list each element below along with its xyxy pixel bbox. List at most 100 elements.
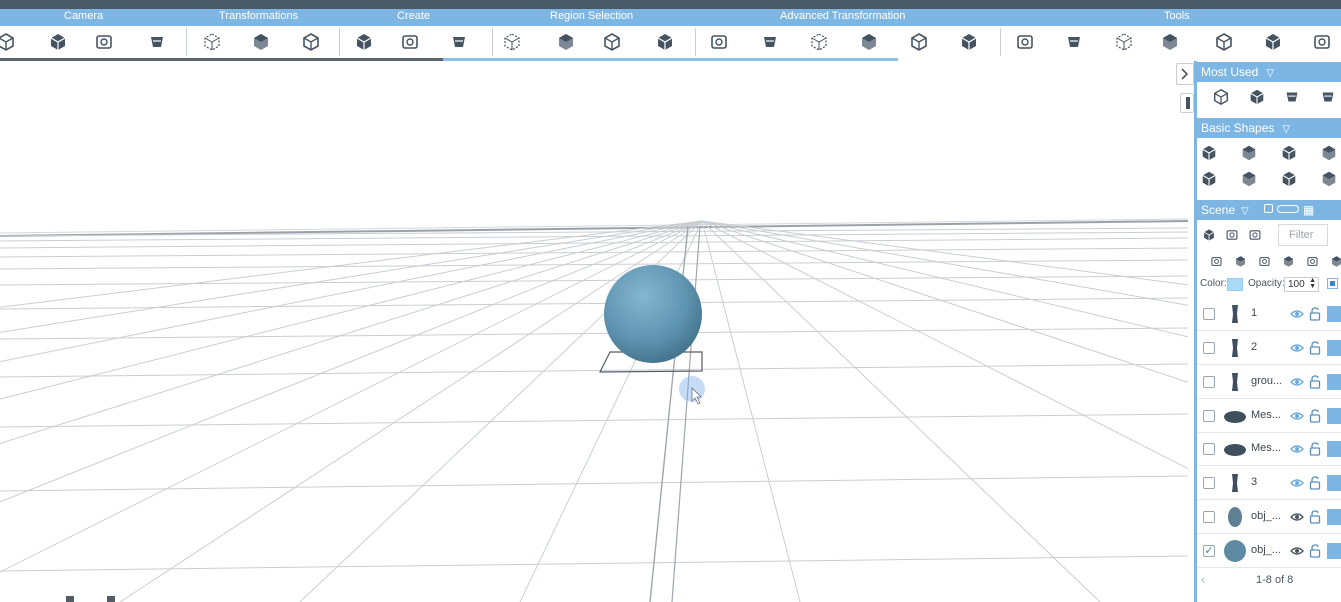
torus-shape-icon[interactable] bbox=[1238, 142, 1260, 164]
material-icon[interactable] bbox=[1327, 441, 1341, 457]
lock-filter-icon[interactable] bbox=[1229, 250, 1251, 272]
visibility-eye-icon[interactable] bbox=[1290, 375, 1304, 389]
rotate-tool-icon[interactable] bbox=[249, 30, 273, 54]
lock-icon[interactable] bbox=[1309, 510, 1321, 524]
stepper-arrows-icon[interactable]: ▲ ▼ bbox=[1309, 277, 1316, 290]
select-region-icon[interactable] bbox=[500, 30, 524, 54]
row-checkbox[interactable] bbox=[1203, 376, 1215, 388]
move-tool-icon[interactable] bbox=[1210, 86, 1232, 108]
twist-icon[interactable] bbox=[907, 30, 931, 54]
camera-front-icon[interactable] bbox=[0, 30, 18, 54]
view-mode-icon[interactable] bbox=[1264, 204, 1273, 213]
cube-outline-icon[interactable] bbox=[1261, 30, 1285, 54]
visibility-icon[interactable] bbox=[1244, 224, 1266, 246]
scene-object-row[interactable]: ✓ obj_... bbox=[1197, 535, 1341, 568]
layers-icon[interactable] bbox=[1198, 224, 1220, 246]
lock-icon[interactable] bbox=[1309, 442, 1321, 456]
color-swatch[interactable] bbox=[1227, 278, 1243, 291]
knife-icon[interactable] bbox=[1310, 30, 1334, 54]
hide-icon[interactable] bbox=[1221, 224, 1243, 246]
row-checkbox[interactable]: ✓ bbox=[1203, 545, 1215, 557]
visibility-eye-icon[interactable] bbox=[1290, 442, 1304, 456]
wireframe-box-icon[interactable] bbox=[1013, 30, 1037, 54]
pattern-cube-icon[interactable] bbox=[1112, 30, 1136, 54]
move-tool-icon[interactable] bbox=[200, 30, 224, 54]
polyhedron-shape-icon[interactable] bbox=[1318, 168, 1340, 190]
basic-shapes-header[interactable]: Basic Shapes ▽ bbox=[1197, 118, 1341, 138]
extrude-icon[interactable] bbox=[352, 30, 376, 54]
cube-icon[interactable] bbox=[1062, 30, 1086, 54]
brush-icon[interactable] bbox=[1281, 86, 1303, 108]
view-toggle-switch[interactable] bbox=[1277, 205, 1299, 213]
filter-input[interactable] bbox=[1278, 224, 1328, 246]
visibility-eye-icon[interactable] bbox=[1290, 544, 1304, 558]
visibility-eye-icon[interactable] bbox=[1290, 510, 1304, 524]
lock-icon[interactable] bbox=[1309, 375, 1321, 389]
lock-icon[interactable] bbox=[1309, 544, 1321, 558]
scene-object-row[interactable]: Mes... bbox=[1197, 400, 1341, 433]
scale-tool-icon[interactable] bbox=[299, 30, 323, 54]
sphere-cube-icon[interactable] bbox=[1158, 30, 1182, 54]
lock-icon[interactable] bbox=[1309, 341, 1321, 355]
ghost-filter-icon[interactable] bbox=[1277, 250, 1299, 272]
row-checkbox[interactable] bbox=[1203, 308, 1215, 320]
cut-cube-icon[interactable] bbox=[1212, 30, 1236, 54]
row-checkbox[interactable] bbox=[1203, 443, 1215, 455]
camera-snapshot-icon[interactable] bbox=[92, 30, 116, 54]
stack-icon[interactable] bbox=[707, 30, 731, 54]
lock-icon[interactable] bbox=[1309, 409, 1321, 423]
solid-filter-icon[interactable] bbox=[1253, 250, 1275, 272]
box-create-icon[interactable] bbox=[447, 30, 471, 54]
scene-object-row[interactable]: obj_... bbox=[1197, 501, 1341, 534]
camera-rotate-icon[interactable] bbox=[46, 30, 70, 54]
material-icon[interactable] bbox=[1327, 306, 1341, 322]
visibility-eye-icon[interactable] bbox=[1290, 341, 1304, 355]
select-box-icon[interactable] bbox=[554, 30, 578, 54]
row-checkbox[interactable] bbox=[1203, 342, 1215, 354]
scene-header[interactable]: Scene ▽ ▦ bbox=[1197, 200, 1341, 220]
select-vertices-icon[interactable] bbox=[600, 30, 624, 54]
solidify-icon[interactable] bbox=[398, 30, 422, 54]
material-icon[interactable] bbox=[1327, 408, 1341, 424]
material-toggle[interactable] bbox=[1327, 278, 1338, 289]
geosphere-shape-icon[interactable] bbox=[1278, 168, 1300, 190]
cylinder-shape-icon[interactable] bbox=[1198, 168, 1220, 190]
panel-handle[interactable] bbox=[1180, 93, 1194, 113]
3d-viewport[interactable] bbox=[0, 61, 1188, 602]
spheres-shape-icon[interactable] bbox=[1238, 168, 1260, 190]
collapse-panel-button[interactable] bbox=[1176, 63, 1194, 85]
material-icon[interactable] bbox=[1327, 475, 1341, 491]
grid-box-icon[interactable] bbox=[758, 30, 782, 54]
sphere-shape-icon[interactable] bbox=[1278, 142, 1300, 164]
sphere-object[interactable] bbox=[604, 265, 702, 363]
bevel-icon[interactable] bbox=[807, 30, 831, 54]
scene-object-row[interactable]: 2 bbox=[1197, 332, 1341, 365]
cone-icon[interactable] bbox=[857, 30, 881, 54]
row-checkbox[interactable] bbox=[1203, 477, 1215, 489]
select-faces-icon[interactable] bbox=[653, 30, 677, 54]
most-used-header[interactable]: Most Used ▽ bbox=[1197, 62, 1341, 82]
camera-fit-icon[interactable] bbox=[145, 30, 169, 54]
material-icon[interactable] bbox=[1327, 340, 1341, 356]
visibility-eye-icon[interactable] bbox=[1290, 409, 1304, 423]
opacity-stepper[interactable]: 100 ▲ ▼ bbox=[1284, 277, 1319, 292]
lock-icon[interactable] bbox=[1309, 307, 1321, 321]
scene-object-row[interactable]: Mes... bbox=[1197, 433, 1341, 466]
scene-object-row[interactable]: 3 bbox=[1197, 467, 1341, 500]
material-icon[interactable] bbox=[1327, 509, 1341, 525]
wireframe-box-icon[interactable] bbox=[1317, 86, 1339, 108]
cone-shape-icon[interactable] bbox=[1318, 142, 1340, 164]
material-filter-icon[interactable] bbox=[1301, 250, 1323, 272]
material-icon[interactable] bbox=[1327, 543, 1341, 559]
prev-page-icon[interactable]: ‹ bbox=[1201, 572, 1205, 587]
material-icon[interactable] bbox=[1327, 374, 1341, 390]
rotate-tool-icon[interactable] bbox=[1246, 86, 1268, 108]
grid-view-icon[interactable]: ▦ bbox=[1303, 203, 1314, 217]
cube-shape-icon[interactable] bbox=[1198, 142, 1220, 164]
row-checkbox[interactable] bbox=[1203, 410, 1215, 422]
visibility-eye-icon[interactable] bbox=[1290, 476, 1304, 490]
eye-filter-icon[interactable] bbox=[1205, 250, 1227, 272]
row-checkbox[interactable] bbox=[1203, 511, 1215, 523]
bend-icon[interactable] bbox=[957, 30, 981, 54]
scene-object-row[interactable]: 1 bbox=[1197, 298, 1341, 331]
